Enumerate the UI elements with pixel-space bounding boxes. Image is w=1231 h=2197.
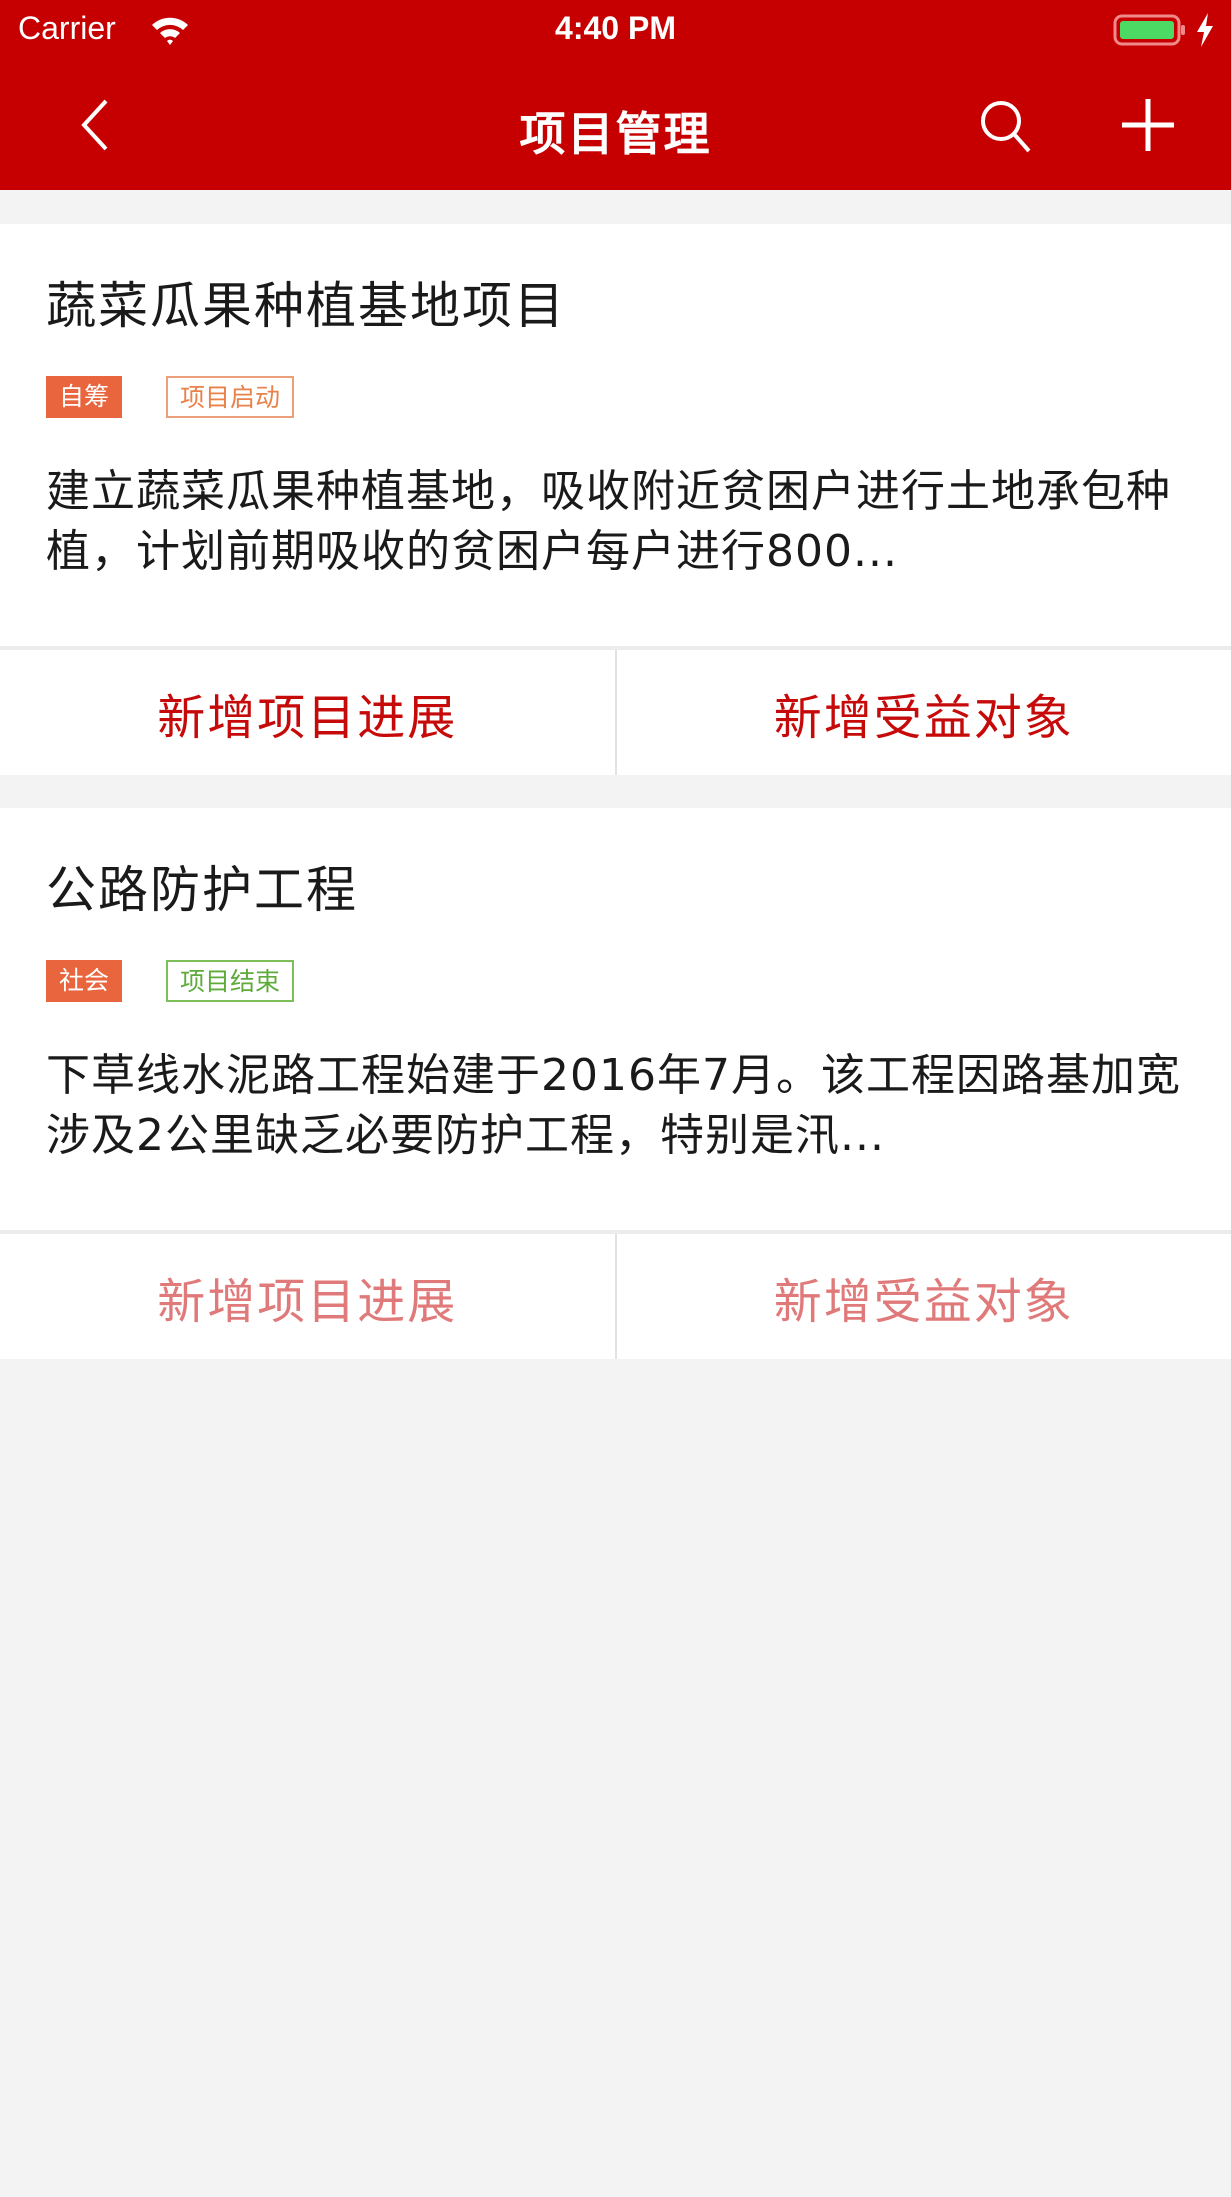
funding-tag: 自筹 <box>46 376 123 418</box>
app-header: Carrier 4:40 PM 项目管理 <box>0 0 1231 190</box>
status-badge: 项目启动 <box>166 376 295 418</box>
project-description: 建立蔬菜瓜果种植基地，吸收附近贫困户进行土地承包种植，计划前期吸收的贫困户每户进… <box>46 466 1171 577</box>
nav-bar: 项目管理 <box>0 60 1231 190</box>
funding-tag: 社会 <box>46 960 123 1002</box>
search-icon <box>981 101 1031 153</box>
project-tags: 自筹 项目启动 <box>46 376 295 418</box>
project-description: 下草线水泥路工程始建于2016年7月。该工程因路基加宽涉及2公里缺乏必要防护工程… <box>46 1050 1181 1161</box>
project-actions: 新增项目进展 新增受益对象 <box>0 646 1231 775</box>
add-project-button[interactable] <box>1118 95 1178 155</box>
project-card-body[interactable]: 公路防护工程 社会 项目结束 下草线水泥路工程始建于2016年7月。该工程因路基… <box>0 808 1231 1230</box>
status-badge: 项目结束 <box>166 960 295 1002</box>
plus-icon <box>1122 99 1174 151</box>
project-title: 公路防护工程 <box>46 861 358 919</box>
project-card: 公路防护工程 社会 项目结束 下草线水泥路工程始建于2016年7月。该工程因路基… <box>0 808 1231 1359</box>
project-card: 蔬菜瓜果种植基地项目 自筹 项目启动 建立蔬菜瓜果种植基地，吸收附近贫困户进行土… <box>0 224 1231 775</box>
charging-bolt-icon <box>1197 13 1213 47</box>
project-actions: 新增项目进展 新增受益对象 <box>0 1230 1231 1359</box>
add-beneficiary-button[interactable]: 新增受益对象 <box>617 650 1231 775</box>
battery-icon <box>1113 14 1185 46</box>
page-title: 项目管理 <box>519 107 712 161</box>
clock: 4:40 PM <box>555 10 676 46</box>
search-button[interactable] <box>975 95 1035 155</box>
add-progress-button[interactable]: 新增项目进展 <box>0 1234 617 1359</box>
add-progress-button[interactable]: 新增项目进展 <box>0 650 617 775</box>
add-beneficiary-button[interactable]: 新增受益对象 <box>617 1234 1231 1359</box>
project-title: 蔬菜瓜果种植基地项目 <box>46 277 566 335</box>
project-card-body[interactable]: 蔬菜瓜果种植基地项目 自筹 项目启动 建立蔬菜瓜果种植基地，吸收附近贫困户进行土… <box>0 224 1231 646</box>
project-tags: 社会 项目结束 <box>46 960 295 1002</box>
status-bar: Carrier 4:40 PM <box>0 0 1231 60</box>
